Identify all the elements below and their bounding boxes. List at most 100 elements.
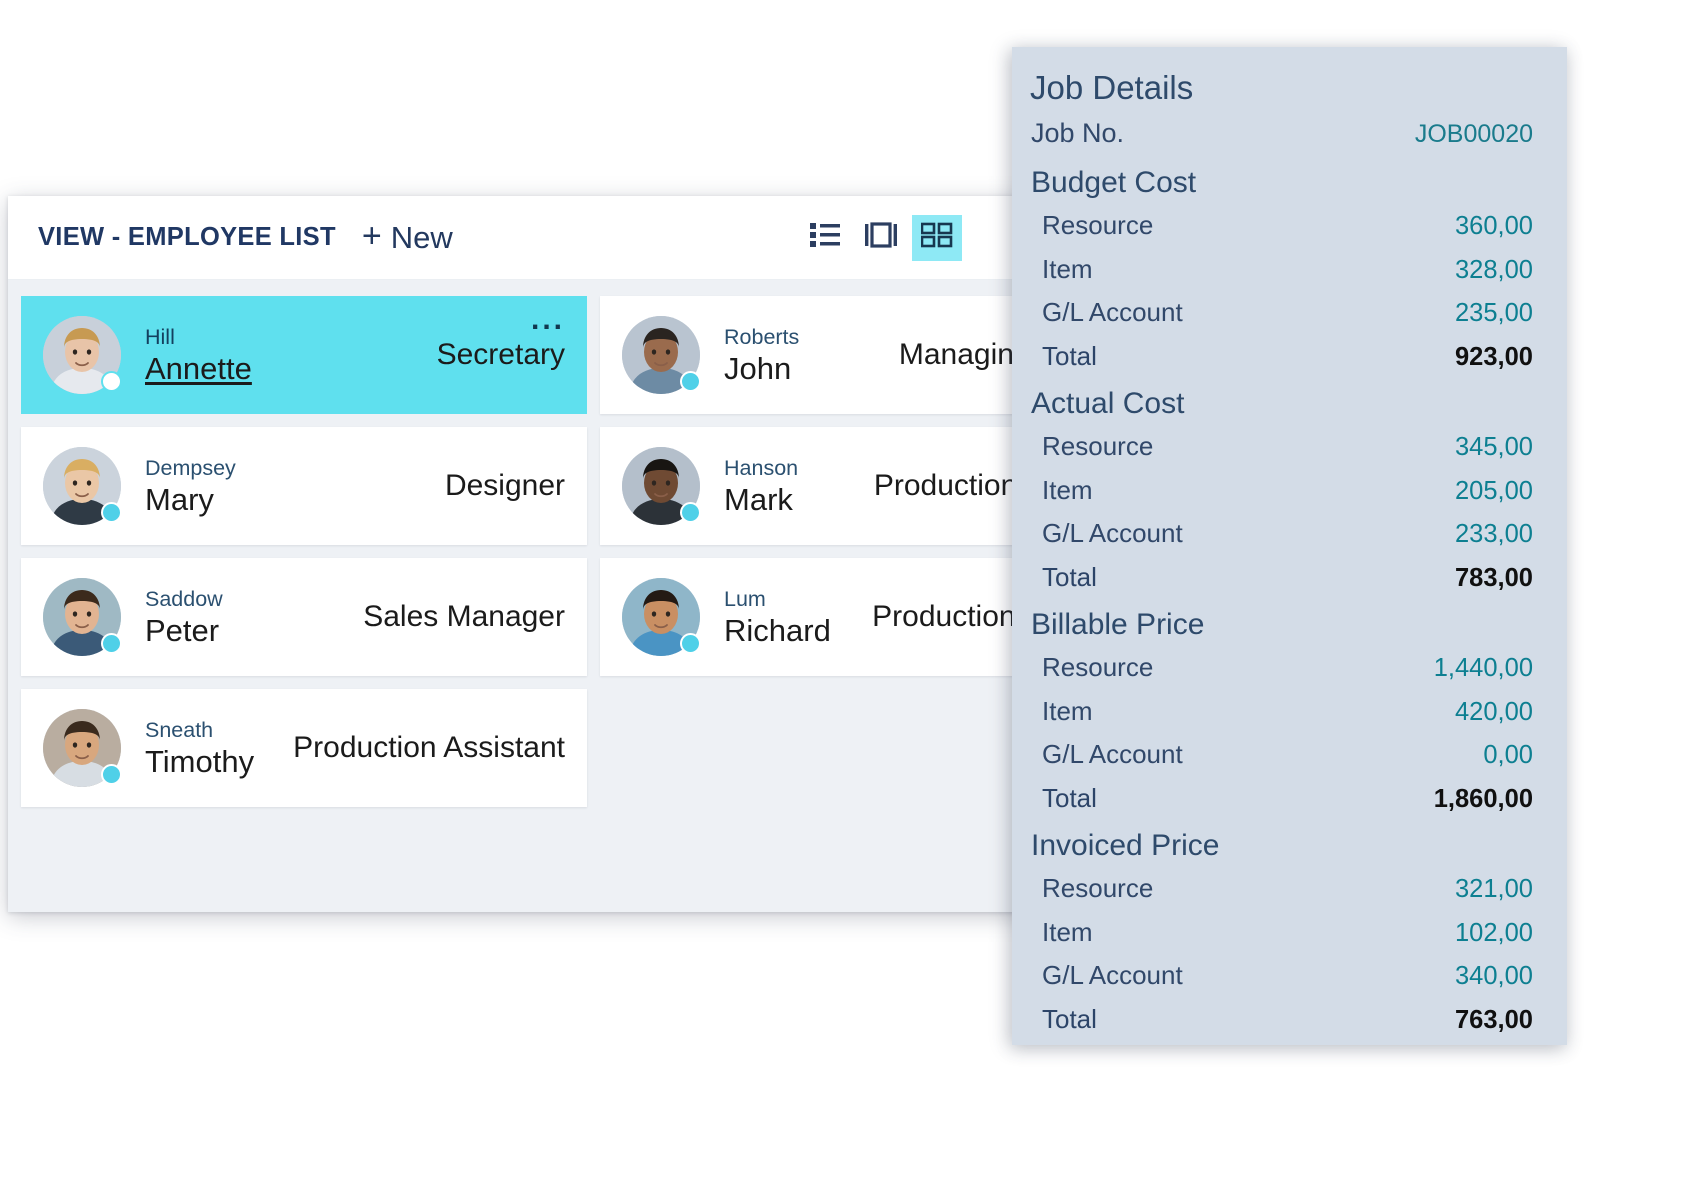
employee-card[interactable]: Dempsey Mary Designer [21, 427, 587, 545]
job-row-value: 420,00 [1455, 697, 1533, 726]
job-detail-row: G/L Account 235,00 [1030, 291, 1533, 335]
employee-first-name: Timothy [145, 743, 255, 779]
employee-name-block: Saddow Peter [145, 586, 223, 648]
job-row-label: G/L Account [1042, 960, 1183, 990]
employee-name-block: Sneath Timothy [145, 717, 254, 779]
employee-last-name: Hill [145, 325, 175, 350]
job-no-value: JOB00020 [1414, 120, 1533, 148]
presence-indicator-icon [680, 633, 701, 654]
presence-indicator-icon [101, 502, 122, 523]
job-section-heading: Billable Price [1031, 608, 1205, 641]
job-no-label: Job No. [1031, 118, 1125, 148]
presence-indicator-icon [680, 371, 701, 392]
employee-card[interactable]: Sneath Timothy Production Assistant [21, 689, 587, 807]
avatar [43, 578, 122, 656]
employee-last-name: Hanson [724, 456, 799, 481]
employee-job-title: Production Assistant [293, 731, 565, 764]
job-total-row: Total 763,00 [1030, 998, 1533, 1042]
job-row-value: 205,00 [1455, 476, 1533, 505]
job-row-value: 1,860,00 [1433, 784, 1533, 813]
job-total-row: Total 923,00 [1030, 335, 1533, 379]
job-row-value: 321,00 [1455, 875, 1533, 903]
employee-card[interactable]: Saddow Peter Sales Manager [21, 558, 587, 676]
employee-first-name: John [724, 350, 792, 386]
new-button-label: New [390, 220, 453, 255]
card-view-icon [864, 222, 898, 253]
job-row-label: Resource [1042, 652, 1154, 682]
list-view-icon [810, 222, 840, 253]
job-no-row: Job No. JOB00020 [1030, 113, 1533, 157]
avatar [43, 316, 122, 394]
job-detail-row: G/L Account 340,00 [1030, 954, 1533, 998]
plus-icon: + [361, 216, 382, 255]
job-detail-row: Item 328,00 [1030, 248, 1533, 292]
employee-card-grid: Hill Annette Secretary... Roberts John Manag… [8, 288, 1093, 807]
job-row-label: Total [1042, 1003, 1097, 1034]
job-row-label: Item [1042, 916, 1093, 947]
employee-job-title: Secretary [436, 338, 565, 371]
job-row-value: 328,00 [1455, 255, 1533, 284]
job-row-value: 345,00 [1455, 433, 1533, 461]
employee-first-name: Mark [724, 481, 793, 517]
avatar [622, 447, 701, 525]
job-row-label: G/L Account [1042, 297, 1183, 327]
job-detail-row: G/L Account 233,00 [1030, 512, 1533, 556]
job-row-value: 923,00 [1455, 342, 1533, 371]
presence-indicator-icon [101, 633, 122, 654]
presence-indicator-icon [101, 371, 122, 392]
job-total-row: Total 1,860,00 [1030, 777, 1533, 821]
employee-name-block: Lum Richard [724, 586, 831, 648]
screenshot-root: VIEW - EMPLOYEE LIST + New Hill Annette … [0, 0, 1686, 1192]
card-overflow-menu-icon[interactable]: ... [531, 305, 565, 335]
avatar [622, 578, 701, 656]
employee-last-name: Sneath [145, 718, 214, 743]
tile-view-toggle[interactable] [912, 214, 962, 261]
job-row-label: Resource [1042, 210, 1154, 240]
job-details-title: Job Details [1030, 69, 1194, 106]
employee-last-name: Dempsey [145, 456, 236, 481]
job-row-label: Total [1042, 782, 1097, 813]
job-detail-row: Resource 360,00 [1030, 204, 1533, 248]
employee-first-name: Peter [145, 612, 220, 648]
job-row-value: 1,440,00 [1433, 654, 1533, 682]
job-detail-row: Resource 1,440,00 [1030, 646, 1533, 690]
employee-last-name: Saddow [145, 587, 223, 612]
employee-first-name[interactable]: Annette [145, 351, 252, 386]
avatar [43, 709, 122, 787]
job-section-heading: Budget Cost [1031, 166, 1197, 199]
job-row-value: 340,00 [1455, 962, 1533, 990]
job-row-label: Total [1042, 561, 1097, 592]
list-view-toggle[interactable] [800, 215, 850, 261]
employee-name-block: Roberts John [724, 324, 799, 386]
job-detail-row: Item 205,00 [1030, 469, 1533, 513]
new-button[interactable]: + New [361, 216, 453, 255]
job-row-value: 783,00 [1455, 563, 1533, 592]
job-row-label: G/L Account [1042, 518, 1183, 548]
job-details-panel: Job Details Job No. JOB00020 Budget Cost… [1012, 47, 1567, 1045]
job-sections: Budget Cost Resource 360,00 Item 328,00 G/L A… [1030, 157, 1533, 1041]
employee-job-title: Designer [444, 469, 565, 502]
job-row-label: Item [1042, 253, 1093, 284]
job-row-value: 0,00 [1483, 741, 1533, 769]
employee-name-block: Hill Annette [145, 324, 252, 386]
employee-card-area: Hill Annette Secretary... Roberts John Manag… [8, 280, 1093, 912]
job-detail-row: Item 420,00 [1030, 690, 1533, 734]
job-row-label: Resource [1042, 431, 1154, 461]
employee-first-name: Mary [145, 481, 214, 517]
card-view-toggle[interactable] [856, 215, 906, 261]
employee-name-block: Hanson Mark [724, 455, 798, 517]
avatar [622, 316, 701, 394]
job-detail-row: Item 102,00 [1030, 911, 1533, 955]
job-total-row: Total 783,00 [1030, 556, 1533, 600]
job-row-label: Resource [1042, 873, 1154, 903]
avatar [43, 447, 122, 525]
job-section-heading: Actual Cost [1031, 387, 1185, 420]
employee-list-header: VIEW - EMPLOYEE LIST + New [8, 196, 1093, 280]
job-row-value: 763,00 [1455, 1005, 1533, 1034]
job-row-label: Total [1042, 340, 1097, 371]
employee-last-name: Lum [724, 587, 766, 612]
employee-card[interactable]: Hill Annette Secretary... [21, 296, 587, 414]
employee-first-name: Richard [724, 612, 831, 648]
tile-view-icon [920, 222, 953, 253]
employee-last-name: Roberts [724, 325, 800, 350]
